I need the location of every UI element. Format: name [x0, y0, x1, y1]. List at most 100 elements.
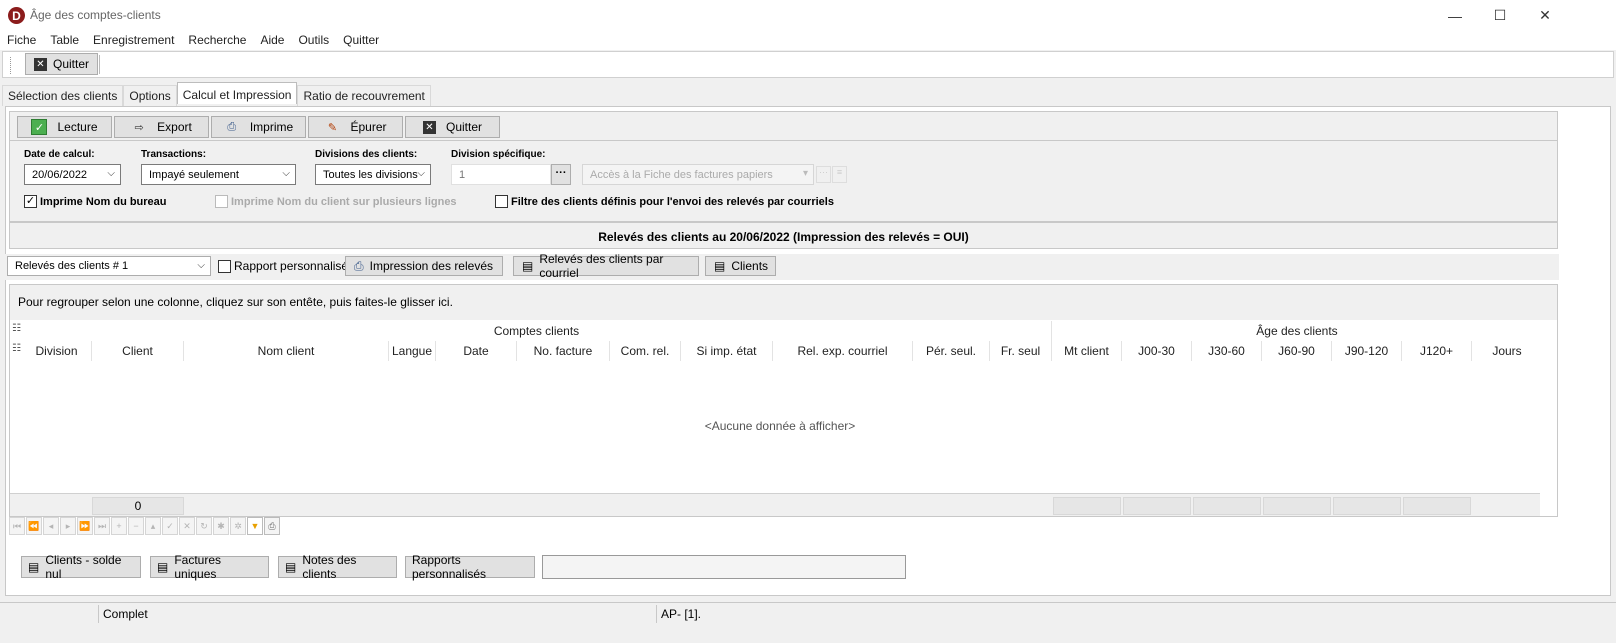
menu-table[interactable]: Table — [43, 31, 86, 47]
fiche-ellipsis-icon: ··· — [816, 166, 831, 183]
next-page-icon[interactable]: ⏩ — [77, 517, 93, 535]
toolbar-quit-button[interactable]: ✕ Quitter — [25, 53, 99, 75]
col-fr-seul[interactable]: Fr. seul — [990, 341, 1052, 361]
broom-icon: ✎ — [327, 121, 338, 134]
export-button[interactable]: ⇨ Export — [114, 116, 209, 138]
col-nom-client[interactable]: Nom client — [184, 341, 389, 361]
col-j30-60[interactable]: J30-60 — [1192, 341, 1262, 361]
clients-solde-nul-button[interactable]: ▤ Clients - solde nul — [21, 553, 141, 581]
factures-uniques-button[interactable]: ▤ Factures uniques — [150, 553, 269, 581]
releves-courriel-button[interactable]: ▤ Relevés des clients par courriel — [513, 252, 699, 280]
col-mt-client[interactable]: Mt client — [1052, 341, 1122, 361]
checkbox-icon — [215, 195, 228, 208]
tab-calcul-impression[interactable]: Calcul et Impression — [176, 82, 298, 104]
clients-button[interactable]: ▤ Clients — [705, 256, 776, 276]
col-no-facture[interactable]: No. facture — [517, 341, 610, 361]
col-si-imp-etat[interactable]: Si imp. état — [681, 341, 773, 361]
col-client[interactable]: Client — [92, 341, 184, 361]
col-j00-30[interactable]: J00-30 — [1122, 341, 1192, 361]
chk-rapport-perso[interactable]: Rapport personnalisé — [218, 259, 348, 273]
lecture-button[interactable]: ✓ Lecture — [17, 116, 112, 138]
col-rel-exp-courriel[interactable]: Rel. exp. courriel — [773, 341, 913, 361]
last-page-icon[interactable]: ⏭ — [94, 517, 110, 535]
footer-cell — [1123, 497, 1191, 515]
maximize-button[interactable]: ☐ — [1477, 0, 1523, 31]
chevron-down-icon: ▾ — [802, 168, 808, 179]
next-record-icon[interactable]: ▸ — [60, 517, 76, 535]
group-by-panel[interactable]: Pour regrouper selon une colonne, clique… — [10, 285, 1557, 320]
ellipsis-button[interactable]: ··· — [551, 164, 571, 185]
print-grid-icon[interactable]: ⎙ — [264, 517, 280, 535]
footer-count: 0 — [92, 497, 184, 515]
notes-clients-button[interactable]: ▤ Notes des clients — [278, 553, 397, 581]
fiche-list-icon: ≡ — [832, 166, 847, 183]
app-logo-icon: D — [8, 7, 25, 24]
rapport-perso-label: Rapport personnalisé — [234, 259, 349, 273]
col-date[interactable]: Date — [436, 341, 517, 361]
insert-icon[interactable]: + — [111, 517, 127, 535]
title-bar: D Âge des comptes-clients — ☐ ✕ — [0, 0, 1616, 31]
quitter-button[interactable]: ✕ Quitter — [405, 116, 500, 138]
epurer-button[interactable]: ✎ Épurer — [308, 116, 403, 138]
toolbar-quit-label: Quitter — [53, 57, 90, 71]
column-chooser-icon[interactable]: ☷ — [12, 323, 21, 334]
rapports-perso-field[interactable] — [542, 555, 906, 579]
menu-quitter[interactable]: Quitter — [336, 31, 386, 47]
post-icon[interactable]: ✓ — [162, 517, 178, 535]
col-jours[interactable]: Jours — [1472, 341, 1542, 361]
col-per-seul[interactable]: Pér. seul. — [913, 341, 990, 361]
notes-clients-label: Notes des clients — [302, 553, 357, 581]
rapports-perso-button[interactable]: Rapports personnalisés — [405, 553, 535, 581]
transactions-label: Transactions: — [141, 149, 207, 160]
menu-enregistrement[interactable]: Enregistrement — [86, 31, 181, 47]
col-j90-120[interactable]: J90-120 — [1332, 341, 1402, 361]
report-bar: Relevés des clients # 1 ⌵ Rapport person… — [5, 252, 1559, 280]
report-select[interactable]: Relevés des clients # 1 ⌵ — [7, 256, 211, 276]
chk-nom-bureau[interactable]: ✓ Imprime Nom du bureau — [24, 195, 167, 208]
tab-options[interactable]: Options — [123, 85, 177, 106]
col-com-rel[interactable]: Com. rel. — [610, 341, 681, 361]
minimize-button[interactable]: — — [1432, 0, 1478, 31]
export-label: Export — [157, 120, 192, 134]
goto-bookmark-icon[interactable]: ✲ — [230, 517, 246, 535]
menu-aide[interactable]: Aide — [253, 31, 291, 47]
book-icon: ▤ — [28, 560, 40, 574]
bookmark-icon[interactable]: ✱ — [213, 517, 229, 535]
tab-selection-clients[interactable]: Sélection des clients — [2, 85, 124, 106]
menu-recherche[interactable]: Recherche — [181, 31, 253, 47]
col-langue[interactable]: Langue — [389, 341, 436, 361]
col-j60-90[interactable]: J60-90 — [1262, 341, 1332, 361]
date-label: Date de calcul: — [24, 149, 95, 160]
divisions-select[interactable]: Toutes les divisions ⌵ — [315, 164, 431, 185]
chk-nom-bureau-label: Imprime Nom du bureau — [40, 195, 167, 208]
band-comptes-clients[interactable]: Comptes clients — [22, 321, 1052, 341]
col-j120-plus[interactable]: J120+ — [1402, 341, 1472, 361]
prev-page-icon[interactable]: ⏪ — [26, 517, 42, 535]
divisions-value: Toutes les divisions — [323, 168, 418, 181]
menu-outils[interactable]: Outils — [291, 31, 336, 47]
division-specific-input[interactable]: 1 — [451, 164, 551, 185]
delete-icon[interactable]: − — [128, 517, 144, 535]
transactions-select[interactable]: Impayé seulement ⌵ — [141, 164, 296, 185]
check-icon: ✓ — [31, 119, 48, 135]
close-button[interactable]: ✕ — [1522, 0, 1568, 31]
cancel-icon[interactable]: ✕ — [179, 517, 195, 535]
prev-record-icon[interactable]: ◂ — [43, 517, 59, 535]
checkbox-icon — [495, 195, 508, 208]
toolbar-grip[interactable] — [10, 57, 12, 74]
impression-releves-button[interactable]: ⎙ Impression des relevés — [345, 256, 503, 276]
grid-footer: 0 — [10, 493, 1540, 516]
first-page-icon[interactable]: ⏮ — [9, 517, 25, 535]
chk-filtre-courriels[interactable]: Filtre des clients définis pour l'envoi … — [495, 195, 834, 208]
refresh-icon[interactable]: ↻ — [196, 517, 212, 535]
filter-icon[interactable]: ▼ — [247, 517, 263, 535]
menu-fiche[interactable]: Fiche — [0, 31, 43, 47]
imprime-button[interactable]: ⎙ Imprime — [211, 116, 306, 138]
col-division[interactable]: Division — [22, 341, 92, 361]
column-chooser-icon[interactable]: ☷ — [12, 343, 21, 354]
date-picker[interactable]: 20/06/2022 ⌵ — [24, 164, 121, 185]
band-age-clients[interactable]: Âge des clients — [1052, 321, 1542, 341]
tab-ratio-recouvrement[interactable]: Ratio de recouvrement — [297, 85, 431, 106]
action-bar: ✓ Lecture ⇨ Export ⎙ Imprime ✎ Épurer ✕ … — [9, 111, 1558, 141]
edit-icon[interactable]: ▴ — [145, 517, 161, 535]
